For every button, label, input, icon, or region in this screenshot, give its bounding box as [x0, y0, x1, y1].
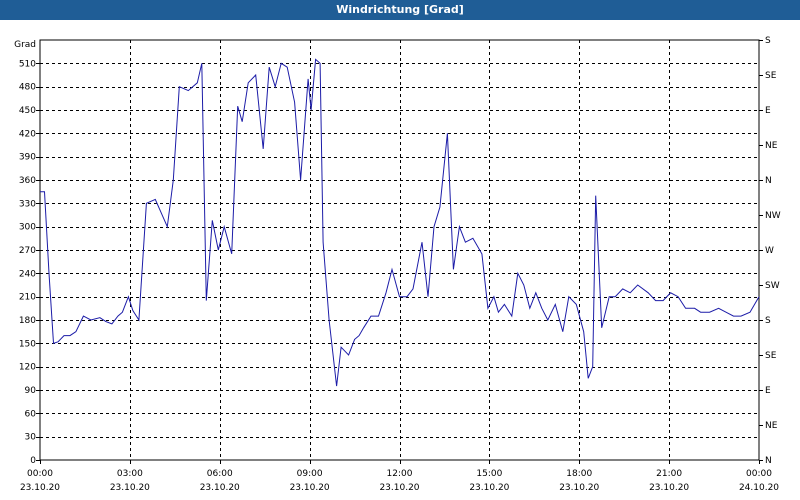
- x-tick-date-label: 23.10.20: [290, 483, 330, 493]
- x-tick-time-label: 12:00: [387, 469, 413, 479]
- x-tick-date-label: 24.10.20: [739, 483, 779, 493]
- plot-frame: [39, 39, 760, 461]
- y-tick-label: 510: [19, 59, 36, 69]
- y2-tick-label: NE: [765, 421, 778, 431]
- x-tick-date-label: 23.10.20: [20, 483, 60, 493]
- x-tick-date-label: 23.10.20: [379, 483, 419, 493]
- x-tick-time-label: 00:00: [27, 469, 53, 479]
- y-tick-label: 330: [19, 199, 36, 209]
- y2-tick-label: SE: [765, 351, 777, 361]
- y-axis-label: Grad: [14, 40, 36, 50]
- y-tick-label: 450: [19, 106, 36, 116]
- y2-tick-label: SE: [765, 71, 777, 81]
- x-tick-time-label: 21:00: [656, 469, 682, 479]
- y-tick-label: 210: [19, 293, 36, 303]
- y-tick-label: 390: [19, 153, 36, 163]
- y2-tick-label: W: [765, 246, 774, 256]
- x-tick-date-label: 23.10.20: [649, 483, 689, 493]
- y2-tick-label: NW: [765, 211, 781, 221]
- x-tick-time-label: 06:00: [207, 469, 233, 479]
- x-tick-time-label: 18:00: [566, 469, 592, 479]
- y2-tick-label: S: [765, 36, 771, 46]
- axis-layer: 0 30 60 90 120 150 180 210 240 270 300 330 360 390 420…: [14, 36, 781, 493]
- x-tick-date-label: 23.10.20: [469, 483, 509, 493]
- y2-tick-label: NE: [765, 141, 778, 151]
- x-tick-time-label: 09:00: [297, 469, 323, 479]
- y-tick-label: 30: [25, 433, 37, 443]
- y-tick-label: 0: [30, 456, 36, 466]
- y-tick-label: 480: [19, 83, 36, 93]
- y2-tick-label: N: [765, 176, 772, 186]
- y-tick-label: 420: [19, 129, 36, 139]
- y-tick-label: 300: [19, 223, 36, 233]
- y2-tick-label: S: [765, 316, 771, 326]
- y2-tick-label: SW: [765, 281, 780, 291]
- y-tick-label: 180: [19, 316, 36, 326]
- x-tick-date-label: 23.10.20: [559, 483, 599, 493]
- y-tick-label: 120: [19, 363, 36, 373]
- x-tick-time-label: 00:00: [746, 469, 772, 479]
- grid-layer: [40, 40, 759, 460]
- x-tick-time-label: 03:00: [117, 469, 143, 479]
- data-layer: [40, 58, 760, 387]
- window-title: Windrichtung [Grad]: [0, 0, 800, 20]
- y-tick-label: 270: [19, 246, 36, 256]
- y2-tick-label: E: [765, 386, 771, 396]
- x-tick-time-label: 15:00: [476, 469, 502, 479]
- wind-direction-chart: 0 30 60 90 120 150 180 210 240 270 300 330 360 390 420…: [14, 36, 781, 493]
- series-line: [40, 58, 760, 387]
- y-tick-label: 360: [19, 176, 36, 186]
- x-tick-date-label: 23.10.20: [110, 483, 150, 493]
- y2-tick-label: N: [765, 456, 772, 466]
- x-tick-date-label: 23.10.20: [200, 483, 240, 493]
- y-tick-label: 150: [19, 339, 36, 349]
- y-tick-label: 240: [19, 269, 36, 279]
- y-tick-label: 60: [25, 409, 37, 419]
- y2-tick-label: E: [765, 106, 771, 116]
- y-tick-label: 90: [25, 386, 37, 396]
